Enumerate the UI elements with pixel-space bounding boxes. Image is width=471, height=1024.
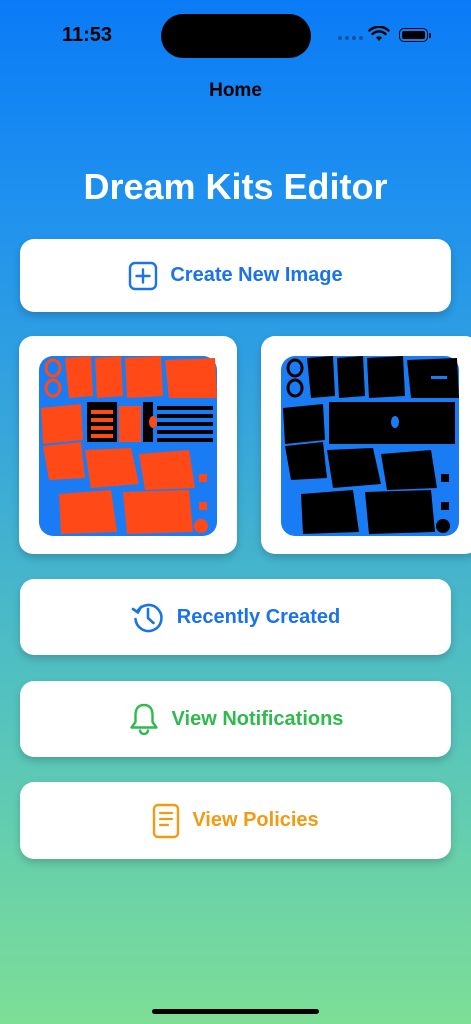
page-title: Dream Kits Editor [83, 166, 388, 207]
nav-title: Home [209, 80, 262, 101]
plus-square-icon [129, 261, 158, 290]
kit-template-black-thumbnail [281, 356, 459, 536]
battery-icon [399, 28, 431, 42]
dynamic-island [161, 14, 311, 58]
view-notifications-button[interactable]: View Notifications [20, 681, 451, 757]
document-icon [153, 803, 180, 838]
view-policies-label: View Policies [192, 809, 319, 831]
kit-thumbnail-card[interactable] [261, 336, 471, 554]
kit-template-orange-thumbnail [39, 356, 217, 536]
cellular-signal-icon [338, 36, 363, 40]
wifi-icon [368, 26, 390, 41]
kit-thumbnail-card[interactable] [19, 336, 237, 554]
view-policies-button[interactable]: View Policies [20, 782, 451, 859]
home-indicator[interactable] [152, 1009, 319, 1014]
recently-created-label: Recently Created [176, 605, 341, 628]
history-icon [131, 603, 163, 633]
create-new-image-button[interactable]: Create New Image [20, 239, 451, 312]
create-new-image-label: Create New Image [170, 264, 343, 286]
status-bar: 11:53 [0, 0, 471, 70]
bell-icon [129, 703, 158, 736]
status-time: 11:53 [62, 24, 113, 46]
view-notifications-label: View Notifications [171, 707, 344, 730]
recently-created-button[interactable]: Recently Created [20, 579, 451, 655]
